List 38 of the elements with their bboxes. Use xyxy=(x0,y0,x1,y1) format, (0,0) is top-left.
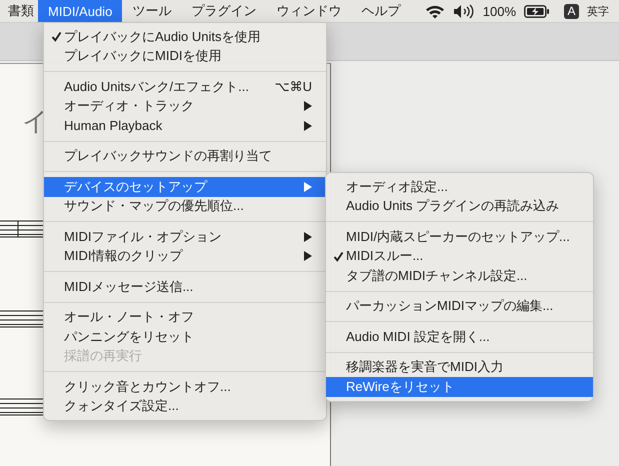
menu-item[interactable]: Audio MIDI 設定を開く... xyxy=(326,327,593,346)
wifi-icon[interactable] xyxy=(424,4,445,18)
shortcut-label: ⌥⌘U xyxy=(274,78,312,95)
menu-item[interactable]: ReWireをリセット xyxy=(326,377,593,396)
menu-item[interactable]: MIDI情報のクリップ xyxy=(44,246,326,266)
menu-item[interactable]: タブ譜のMIDIチャンネル設定... xyxy=(326,266,593,286)
menu-item[interactable]: クリック音とカウントオフ... xyxy=(44,377,326,396)
speaker-icon[interactable] xyxy=(452,4,475,18)
menu-item[interactable]: デバイスのセットアップ xyxy=(44,177,326,196)
menu-item[interactable]: パンニングをリセット xyxy=(44,327,326,346)
menu-item[interactable]: プレイバックにMIDIを使用 xyxy=(44,46,326,66)
staff-lines xyxy=(0,310,45,328)
menu-bar-item[interactable]: ツール xyxy=(122,0,182,22)
menu-item[interactable]: Audio Unitsバンク/エフェクト... ⌥⌘U xyxy=(44,77,326,96)
menu-item[interactable]: プレイバックサウンドの再割り当て xyxy=(44,146,326,166)
input-source-badge[interactable]: A xyxy=(564,4,579,18)
menu-item[interactable]: オール・ノート・オフ xyxy=(44,308,326,327)
menu-item[interactable]: パーカッションMIDIマップの編集... xyxy=(326,296,593,316)
menu-item[interactable]: MIDIメッセージ送信... xyxy=(44,277,326,296)
menu-bar-item[interactable]: ヘルプ xyxy=(351,0,410,22)
menu-item[interactable]: MIDIスルー... xyxy=(326,246,593,266)
battery-percentage: 100% xyxy=(482,4,516,18)
input-source-label: 英字 xyxy=(587,4,609,18)
menu-item[interactable]: MIDI/内蔵スピーカーのセットアップ... xyxy=(326,227,593,246)
menu-item[interactable]: 移調楽器を実音でMIDI入力 xyxy=(326,358,593,377)
menu-bar-item[interactable]: ウィンドウ xyxy=(266,0,352,22)
menu-bar-item[interactable]: プラグイン xyxy=(181,0,266,22)
menu-item[interactable]: サウンド・マップの優先順位... xyxy=(44,196,326,216)
menu-item[interactable]: MIDIファイル・オプション xyxy=(44,227,326,246)
menu-item[interactable]: プレイバックにAudio Unitsを使用 xyxy=(44,27,326,46)
staff-lines xyxy=(0,220,45,238)
menu-bar-item[interactable]: MIDI/Audio xyxy=(38,0,122,22)
menu-item[interactable]: オーディオ設定... xyxy=(326,177,593,196)
menu-bar-item[interactable]: 書類 xyxy=(0,0,38,22)
menu-item[interactable]: クォンタイズ設定... xyxy=(44,396,326,416)
menu-item[interactable]: Audio Units プラグインの再読み込み xyxy=(326,196,593,216)
battery-icon[interactable] xyxy=(524,4,550,18)
staff-lines xyxy=(0,398,45,416)
